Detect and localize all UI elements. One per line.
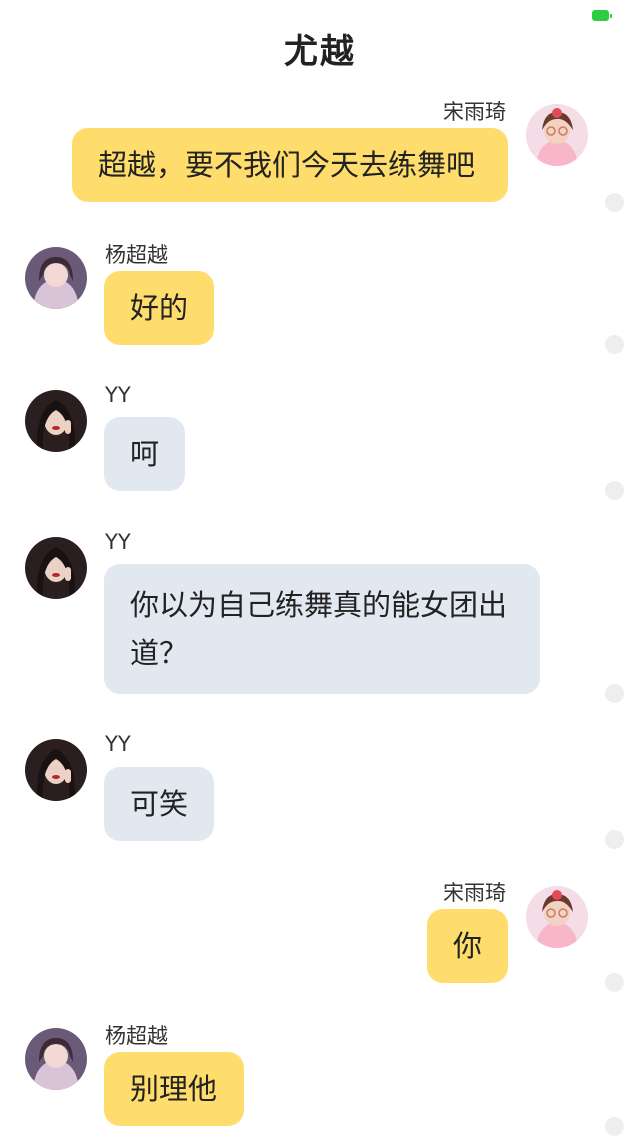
battery-icon <box>592 10 612 21</box>
avatar-image <box>25 390 87 452</box>
avatar-image <box>25 739 87 801</box>
avatar-song-yuqi[interactable] <box>526 886 588 948</box>
status-dot <box>605 1117 624 1136</box>
sender-name: YY <box>105 530 131 554</box>
status-dot <box>605 481 624 500</box>
message-bubble[interactable]: 好的 <box>104 271 214 345</box>
avatar-image <box>25 247 87 309</box>
message-text: 可笑 <box>130 786 189 821</box>
message-text: 呵 <box>130 436 160 471</box>
status-dot <box>605 830 624 849</box>
avatar-image <box>526 104 588 166</box>
sender-name: 宋雨琦 <box>443 881 506 905</box>
sender-name: 杨超越 <box>105 1024 168 1048</box>
status-dot <box>605 335 624 354</box>
status-dot <box>605 973 624 992</box>
avatar-image <box>526 886 588 948</box>
message-text: 超越，要不我们今天去练舞吧 <box>98 147 476 182</box>
message-text: 你 <box>453 928 483 963</box>
sender-name: 宋雨琦 <box>443 100 506 124</box>
avatar-yang-chaoyue[interactable] <box>25 1028 87 1090</box>
sender-name: YY <box>105 383 131 407</box>
avatar-yy[interactable] <box>25 739 87 801</box>
message-bubble[interactable]: 你 <box>427 909 508 983</box>
message-text-line: 你以为自己练舞真的能女团出 <box>130 588 508 622</box>
avatar-yy[interactable] <box>25 390 87 452</box>
message-bubble[interactable]: 可笑 <box>104 767 214 841</box>
message-text: 好的 <box>130 290 189 325</box>
avatar-song-yuqi[interactable] <box>526 104 588 166</box>
status-dot <box>605 193 624 212</box>
message-text-line: 道？ <box>130 635 189 670</box>
message-bubble[interactable]: 呵 <box>104 417 185 491</box>
message-bubble[interactable]: 你以为自己练舞真的能女团出 道？ <box>104 564 540 694</box>
message-bubble[interactable]: 超越，要不我们今天去练舞吧 <box>72 128 508 202</box>
avatar-image <box>25 537 87 599</box>
sender-name: YY <box>105 732 131 756</box>
avatar-yang-chaoyue[interactable] <box>25 247 87 309</box>
message-text: 别理他 <box>130 1071 218 1106</box>
sender-name: 杨超越 <box>105 243 168 267</box>
message-bubble[interactable]: 别理他 <box>104 1052 244 1126</box>
status-dot <box>605 684 624 703</box>
chat-title: 尤越 <box>284 32 356 72</box>
avatar-image <box>25 1028 87 1090</box>
avatar-yy[interactable] <box>25 537 87 599</box>
